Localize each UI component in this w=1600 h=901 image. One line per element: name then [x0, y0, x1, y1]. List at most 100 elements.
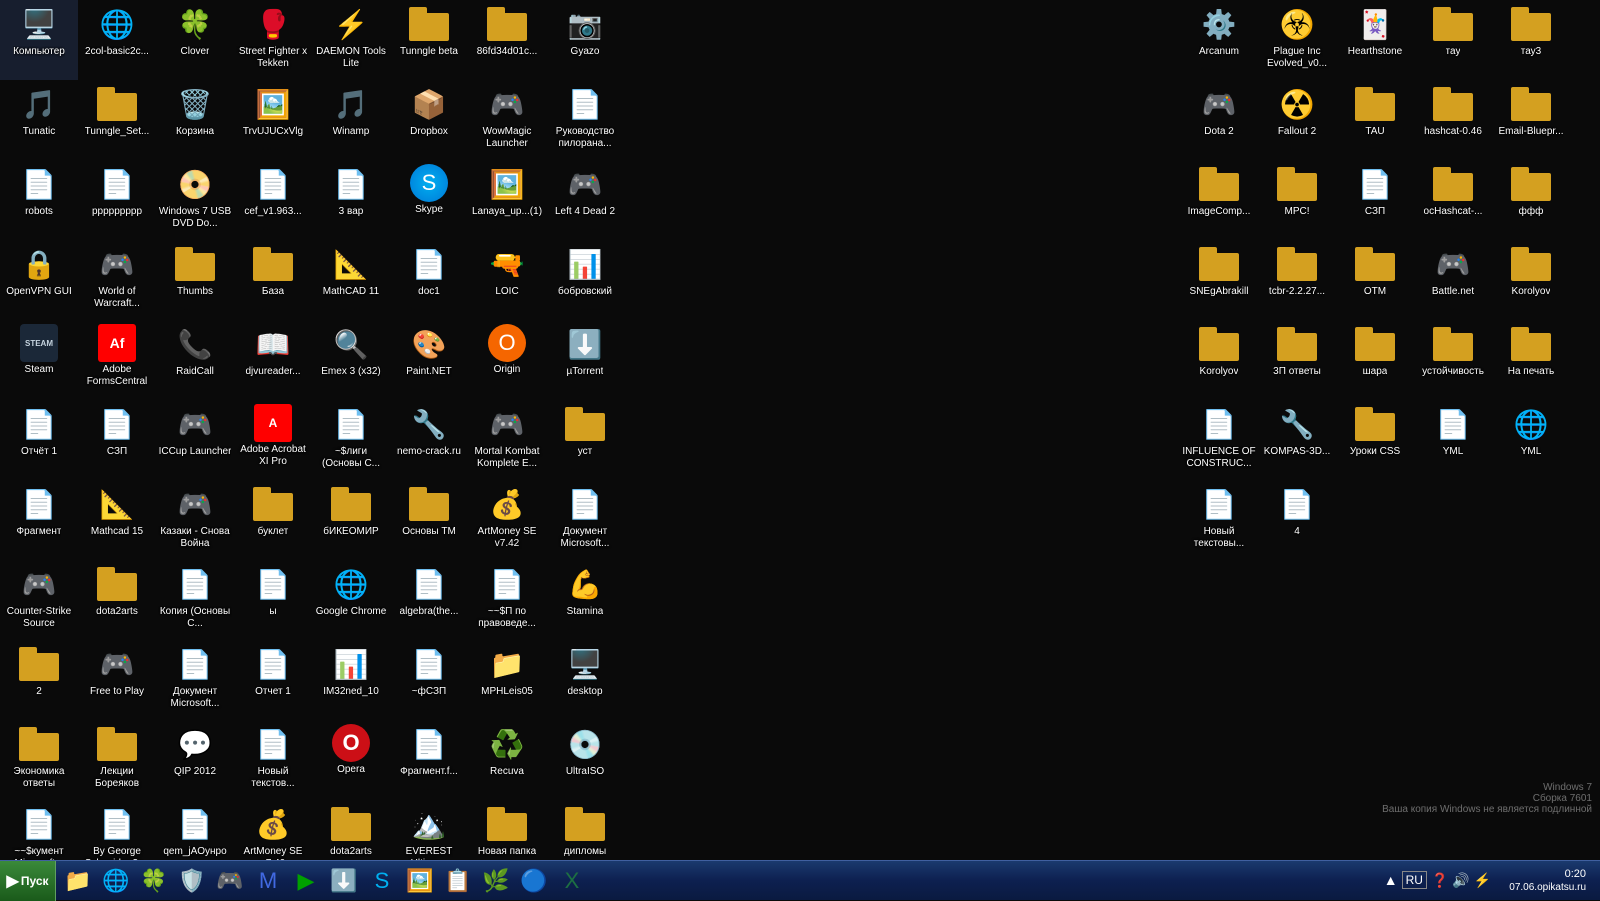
- icon-loic[interactable]: 🔫 LOIC: [468, 240, 546, 320]
- icon-dokument-microsoft[interactable]: 📄 Документ Microsoft...: [546, 480, 624, 560]
- icon-nemo-crack[interactable]: 🔧 nemo-crack.ru: [390, 400, 468, 480]
- icon-artmoney-se-740[interactable]: 💰 ArtMoney SE v7.40: [234, 800, 312, 860]
- icon-tau1[interactable]: тау: [1414, 0, 1492, 80]
- icon-paintnet[interactable]: 🎨 Paint.NET: [390, 320, 468, 400]
- icon-mortal-kombat[interactable]: 🎮 Mortal Kombat Komplete E...: [468, 400, 546, 480]
- taskbar-app7[interactable]: 🖼️: [402, 863, 438, 899]
- icon-gyazo[interactable]: 📷 Gyazo: [546, 0, 624, 80]
- icon-adobe-forms[interactable]: Af Adobe FormsCentral: [78, 320, 156, 400]
- taskbar-app3[interactable]: 🎮: [212, 863, 248, 899]
- icon-noviy-tekst-right[interactable]: 📄 Новый текстовы...: [1180, 480, 1258, 560]
- icon-influence[interactable]: 📄 INFLUENCE OF CONSTRUC...: [1180, 400, 1258, 480]
- icon-wowmagic[interactable]: 🎮 WowMagic Launcher: [468, 80, 546, 160]
- icon-djvureader[interactable]: 📖 djvureader...: [234, 320, 312, 400]
- icon-counter-strike[interactable]: 🎮 Counter-Strike Source: [0, 560, 78, 640]
- icon-clover[interactable]: 🍀 Clover: [156, 0, 234, 80]
- icon-kompas3d[interactable]: 🔧 KOMPAS-3D...: [1258, 400, 1336, 480]
- tray-help[interactable]: ❓: [1431, 872, 1448, 889]
- taskbar-app6[interactable]: ⬇️: [326, 863, 362, 899]
- icon-korzina[interactable]: 🗑️ Корзина: [156, 80, 234, 160]
- icon-google-chrome[interactable]: 🌐 Google Chrome: [312, 560, 390, 640]
- icon-winamp[interactable]: 🎵 Winamp: [312, 80, 390, 160]
- icon-im32ned10[interactable]: 📊 IM32ned_10: [312, 640, 390, 720]
- icon-dota2arts[interactable]: dota2arts: [78, 560, 156, 640]
- icon-stamina[interactable]: 💪 Stamina: [546, 560, 624, 640]
- icon-mathcad11[interactable]: 📐 MathCAD 11: [312, 240, 390, 320]
- icon-hearthstone[interactable]: 🃏 Hearthstone: [1336, 0, 1414, 80]
- icon-qem[interactable]: 📄 qem_jAOyнрo: [156, 800, 234, 860]
- icon-opera[interactable]: O Opera: [312, 720, 390, 800]
- taskbar-app4[interactable]: M: [250, 863, 286, 899]
- icon-2[interactable]: 2: [0, 640, 78, 720]
- icon-szp-right[interactable]: 📄 СЗП: [1336, 160, 1414, 240]
- tray-network[interactable]: 🔊: [1452, 872, 1469, 889]
- taskbar-chrome[interactable]: 🌐: [98, 863, 134, 899]
- icon-rukovodstvo[interactable]: 📄 Руководство пилорана...: [546, 80, 624, 160]
- icon-origin[interactable]: O Origin: [468, 320, 546, 400]
- icon-buklet[interactable]: буклет: [234, 480, 312, 560]
- taskbar-excel[interactable]: X: [554, 863, 590, 899]
- icon-dota2arts-row9[interactable]: dota2arts: [312, 800, 390, 860]
- icon-adobe-acrobat[interactable]: A Adobe Acrobat XI Pro: [234, 400, 312, 480]
- icon-tcbr[interactable]: tcbr-2.2.27...: [1258, 240, 1336, 320]
- icon-3var[interactable]: 📄 3 вар: [312, 160, 390, 240]
- icon-cef[interactable]: 📄 cef_v1.963...: [234, 160, 312, 240]
- icon-raidcall[interactable]: 📞 RaidCall: [156, 320, 234, 400]
- taskbar-app9[interactable]: 🌿: [478, 863, 514, 899]
- icon-dokument-microsoft-row9[interactable]: 📄 ~~$кумент Microsoft...: [0, 800, 78, 860]
- icon-diplomy[interactable]: дипломы: [546, 800, 624, 860]
- icon-mathcad15[interactable]: 📐 Mathcad 15: [78, 480, 156, 560]
- icon-mpc[interactable]: MPC!: [1258, 160, 1336, 240]
- icon-dokument-microsoft-row7[interactable]: 📄 Документ Microsoft...: [156, 640, 234, 720]
- icon-dota2[interactable]: 🎮 Dota 2: [1180, 80, 1258, 160]
- icon-ust[interactable]: уст: [546, 400, 624, 480]
- icon-lektsii[interactable]: Лекции Бореяков: [78, 720, 156, 800]
- icon-tunatic[interactable]: 🎵 Tunatic: [0, 80, 78, 160]
- icon-baza[interactable]: База: [234, 240, 312, 320]
- icon-computer[interactable]: 🖥️ Компьютер: [0, 0, 78, 80]
- icon-by-george[interactable]: 📄 By George Schneider 3r...: [78, 800, 156, 860]
- icon-yml2[interactable]: 🌐 YML: [1492, 400, 1570, 480]
- icon-battle-net[interactable]: 🎮 Battle.net: [1414, 240, 1492, 320]
- icon-desktop[interactable]: 🖥️ desktop: [546, 640, 624, 720]
- icon-snegabrakill[interactable]: SNEgAbrakill: [1180, 240, 1258, 320]
- icon-qip2012[interactable]: 💬 QIP 2012: [156, 720, 234, 800]
- lang-indicator[interactable]: RU: [1402, 871, 1427, 889]
- start-button[interactable]: ▶ Пуск: [0, 861, 56, 901]
- icon-robots[interactable]: 📄 robots: [0, 160, 78, 240]
- icon-hashcat[interactable]: hashcat-0.46: [1414, 80, 1492, 160]
- icon-dropbox[interactable]: 📦 Dropbox: [390, 80, 468, 160]
- icon-free-to-play[interactable]: 🎮 Free to Play: [78, 640, 156, 720]
- icon-shara[interactable]: шара: [1336, 320, 1414, 400]
- icon-szp-row4[interactable]: 📄 СЗП: [78, 400, 156, 480]
- icon-kazaki[interactable]: 🎮 Казаки - Снова Война: [156, 480, 234, 560]
- icon-bikeomip[interactable]: бИКЕОМИР: [312, 480, 390, 560]
- icon-4[interactable]: 📄 4: [1258, 480, 1336, 560]
- icon-tau-folder[interactable]: TAU: [1336, 80, 1414, 160]
- icon-ekonomika[interactable]: Экономика ответы: [0, 720, 78, 800]
- icon-tau3[interactable]: тау3: [1492, 0, 1570, 80]
- icon-steam[interactable]: STEAM Steam: [0, 320, 78, 400]
- icon-86fd[interactable]: 86fd34d01c...: [468, 0, 546, 80]
- icon-lanaya[interactable]: 🖼️ Lanaya_up...(1): [468, 160, 546, 240]
- icon-ultraiso[interactable]: 💿 UltraISO: [546, 720, 624, 800]
- icon-otchet1-row7[interactable]: 📄 Отчет 1: [234, 640, 312, 720]
- icon-trvuj[interactable]: 🖼️ TrvUJUCxVlg: [234, 80, 312, 160]
- icon-ustoychivost[interactable]: устойчивость: [1414, 320, 1492, 400]
- taskbar-explorer[interactable]: 📁: [60, 863, 96, 899]
- icon-tunngle-set[interactable]: Tunngle_Set...: [78, 80, 156, 160]
- icon-y[interactable]: 📄 ы: [234, 560, 312, 640]
- icon-wow[interactable]: 🎮 World of Warcraft...: [78, 240, 156, 320]
- icon-kopiya[interactable]: 📄 Копия (Основы С...: [156, 560, 234, 640]
- icon-osnovy-tm[interactable]: Основы ТМ: [390, 480, 468, 560]
- icon-fff[interactable]: ффф: [1492, 160, 1570, 240]
- icon-recuva[interactable]: ♻️ Recuva: [468, 720, 546, 800]
- icon-iccup[interactable]: 🎮 ICCup Launcher: [156, 400, 234, 480]
- taskbar-app10[interactable]: 🔵: [516, 863, 552, 899]
- icon-imagecomp[interactable]: ImageComp...: [1180, 160, 1258, 240]
- icon-rrrr[interactable]: 📄 ррррррррр: [78, 160, 156, 240]
- icon-win7dvd[interactable]: 📀 Windows 7 USB DVD Do...: [156, 160, 234, 240]
- icon-skype[interactable]: S Skype: [390, 160, 468, 240]
- icon-korolyov1[interactable]: Korolyov: [1492, 240, 1570, 320]
- icon-daemon-tools[interactable]: ⚡ DAEMON Tools Lite: [312, 0, 390, 80]
